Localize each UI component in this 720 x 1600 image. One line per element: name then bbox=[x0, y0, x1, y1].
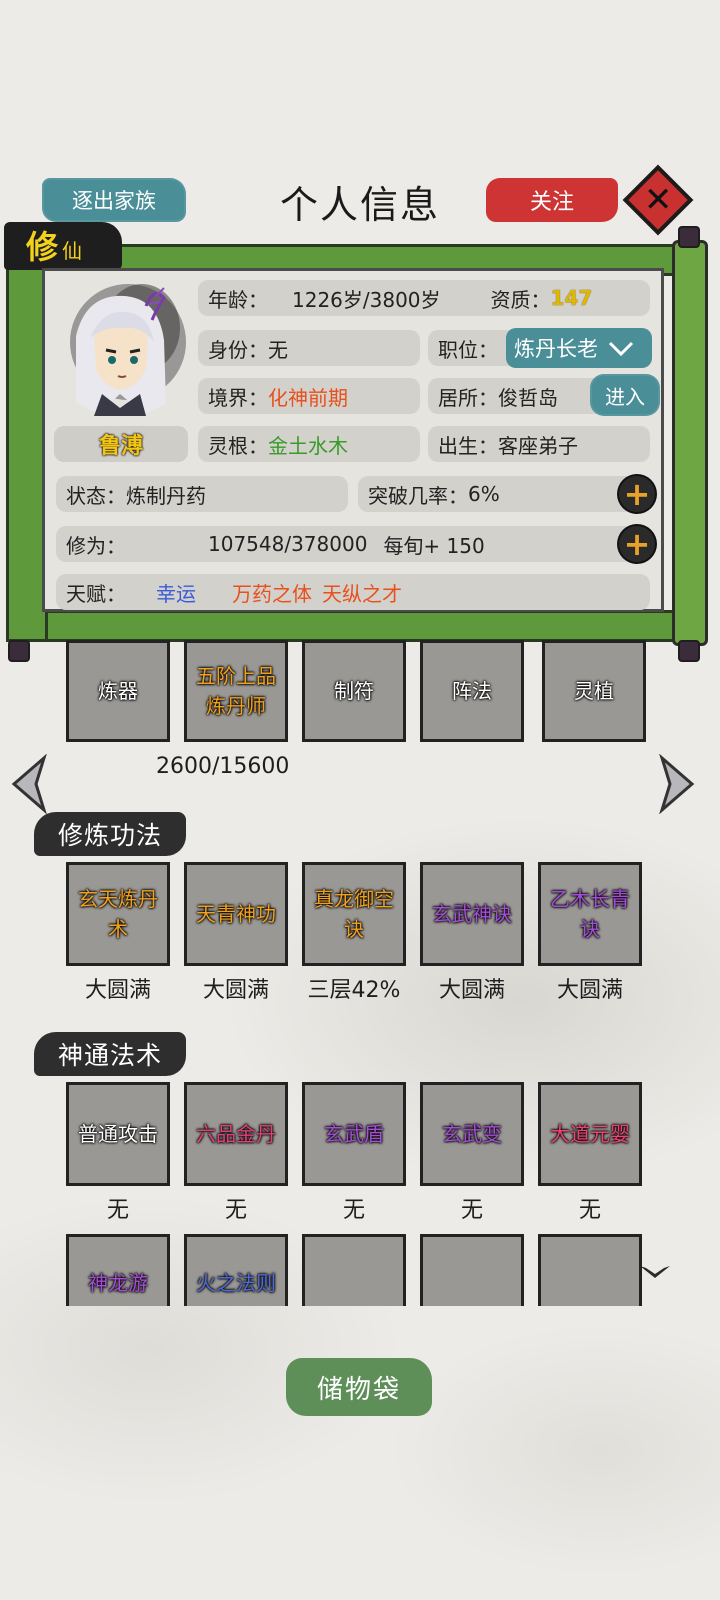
age-value: 1226岁/3800岁 bbox=[292, 287, 441, 312]
character-name: 鲁溥 bbox=[98, 434, 143, 459]
art-tile-empty[interactable] bbox=[302, 1234, 406, 1306]
close-button[interactable]: ✕ bbox=[622, 164, 694, 236]
talent-item[interactable]: 幸运 bbox=[156, 578, 196, 607]
technique-tile[interactable]: 玄武神诀 bbox=[420, 862, 524, 966]
realm-label: 境界： bbox=[208, 385, 268, 410]
aptitude-value: 147 bbox=[550, 286, 593, 310]
art-tile-empty[interactable] bbox=[420, 1234, 524, 1306]
identity-field: 身份： 无 bbox=[198, 330, 420, 366]
identity-value: 无 bbox=[268, 337, 288, 362]
realm-field: 境界： 化神前期 bbox=[198, 378, 420, 414]
art-level: 无 bbox=[578, 1198, 601, 1223]
cultivation-label: 修为： bbox=[66, 533, 126, 558]
art-tile[interactable]: 火之法则 bbox=[184, 1234, 288, 1306]
talent-label: 天赋： bbox=[66, 581, 126, 606]
scroll-bottom-border bbox=[6, 610, 698, 642]
technique-level: 三层42% bbox=[307, 978, 401, 1003]
art-level: 无 bbox=[106, 1198, 129, 1223]
art-tile[interactable]: 神龙游 bbox=[66, 1234, 170, 1306]
art-tile[interactable]: 玄武盾 bbox=[302, 1082, 406, 1186]
arrow-right-icon[interactable] bbox=[658, 754, 698, 814]
position-dropdown[interactable]: 炼丹长老 bbox=[506, 328, 652, 368]
follow-button[interactable]: 关注 bbox=[486, 178, 618, 222]
art-tile[interactable]: 六品金丹 bbox=[184, 1082, 288, 1186]
origin-value: 客座弟子 bbox=[498, 433, 578, 458]
technique-tile[interactable]: 天青神功 bbox=[184, 862, 288, 966]
cultivation-rate: 每旬+ 150 bbox=[383, 533, 485, 558]
cultivation-field: 修为： 107548/378000 每旬+ 150 bbox=[56, 526, 650, 562]
techniques-section-title: 修炼功法 bbox=[34, 812, 187, 856]
cultivation-badge: 修 仙 bbox=[4, 222, 122, 270]
close-icon: ✕ bbox=[622, 164, 694, 236]
residence-value: 俊哲岛 bbox=[498, 385, 558, 410]
skill-tile-artifact[interactable]: 炼器 bbox=[66, 640, 170, 742]
arrow-left-icon[interactable] bbox=[8, 754, 48, 814]
badge-main-char: 修 bbox=[26, 228, 59, 266]
chevron-down-icon[interactable] bbox=[638, 1262, 672, 1284]
arts-section-title: 神通法术 bbox=[34, 1032, 187, 1076]
cultivation-value: 107548/378000 bbox=[208, 532, 368, 556]
position-value: 炼丹长老 bbox=[514, 337, 598, 361]
plus-icon: + bbox=[623, 525, 651, 563]
skill-tile-herb[interactable]: 灵植 bbox=[542, 640, 646, 742]
rod-cap-top bbox=[678, 226, 700, 248]
breakthrough-plus-button[interactable]: + bbox=[619, 476, 655, 512]
skill-tile-talisman[interactable]: 制符 bbox=[302, 640, 406, 742]
breakthrough-field: 突破几率： 6% bbox=[358, 476, 650, 512]
technique-level: 大圆满 bbox=[84, 978, 151, 1003]
origin-label: 出生： bbox=[438, 433, 498, 458]
breakthrough-label: 突破几率： bbox=[368, 483, 468, 508]
technique-tile[interactable]: 玄天炼丹术 bbox=[66, 862, 170, 966]
technique-tile[interactable]: 真龙御空诀 bbox=[302, 862, 406, 966]
status-label: 状态： bbox=[66, 483, 126, 508]
breakthrough-value: 6% bbox=[468, 482, 500, 506]
avatar-portrait-icon bbox=[70, 284, 186, 416]
rod-cap-left-bottom bbox=[8, 640, 30, 662]
position-label: 职位： bbox=[438, 337, 498, 362]
character-name-plate: 鲁溥 bbox=[54, 426, 188, 462]
art-level: 无 bbox=[224, 1198, 247, 1223]
talent-item[interactable]: 万药之体 bbox=[232, 578, 312, 607]
chevron-down-icon bbox=[608, 341, 634, 357]
technique-level: 大圆满 bbox=[438, 978, 505, 1003]
aptitude-label: 资质： bbox=[490, 287, 551, 312]
spirit-root-label: 灵根： bbox=[208, 433, 268, 458]
expel-from-clan-button[interactable]: 逐出家族 bbox=[42, 178, 186, 222]
age-aptitude-row: 年龄： 1226岁/3800岁 资质： 147 bbox=[198, 280, 650, 316]
talent-field: 天赋： 幸运 万药之体 天纵之才 bbox=[56, 574, 650, 610]
avatar[interactable] bbox=[46, 276, 190, 420]
technique-level: 大圆满 bbox=[202, 978, 269, 1003]
cultivation-plus-button[interactable]: + bbox=[619, 526, 655, 562]
scroll-right-rod bbox=[672, 240, 708, 646]
spirit-root-value: 金土水木 bbox=[268, 433, 348, 458]
page-title: 个人信息 bbox=[279, 183, 440, 227]
origin-field: 出生： 客座弟子 bbox=[428, 426, 650, 462]
age-label: 年龄： bbox=[208, 287, 268, 312]
skill-tile-formation[interactable]: 阵法 bbox=[420, 640, 524, 742]
technique-tile[interactable]: 乙木长青诀 bbox=[538, 862, 642, 966]
badge-sub-char: 仙 bbox=[62, 239, 83, 263]
skill-progress: 2600/15600 bbox=[156, 754, 290, 779]
skill-tile-alchemy[interactable]: 五阶上品炼丹师 bbox=[184, 640, 288, 742]
art-tile[interactable]: 普通攻击 bbox=[66, 1082, 170, 1186]
art-tile-empty[interactable] bbox=[538, 1234, 642, 1306]
enter-residence-button[interactable]: 进入 bbox=[590, 374, 660, 416]
realm-value: 化神前期 bbox=[268, 385, 348, 410]
status-value: 炼制丹药 bbox=[126, 483, 206, 508]
art-level: 无 bbox=[460, 1198, 483, 1223]
status-field: 状态： 炼制丹药 bbox=[56, 476, 348, 512]
art-tile[interactable]: 大道元婴 bbox=[538, 1082, 642, 1186]
technique-level: 大圆满 bbox=[556, 978, 623, 1003]
art-level: 无 bbox=[342, 1198, 365, 1223]
spirit-root-field: 灵根： 金土水木 bbox=[198, 426, 420, 462]
plus-icon: + bbox=[623, 475, 651, 513]
storage-bag-button[interactable]: 储物袋 bbox=[286, 1358, 432, 1416]
talent-item[interactable]: 天纵之才 bbox=[322, 578, 402, 607]
rod-cap-bottom bbox=[678, 640, 700, 662]
art-tile[interactable]: 玄武变 bbox=[420, 1082, 524, 1186]
residence-label: 居所： bbox=[438, 385, 498, 410]
identity-label: 身份： bbox=[208, 337, 268, 362]
